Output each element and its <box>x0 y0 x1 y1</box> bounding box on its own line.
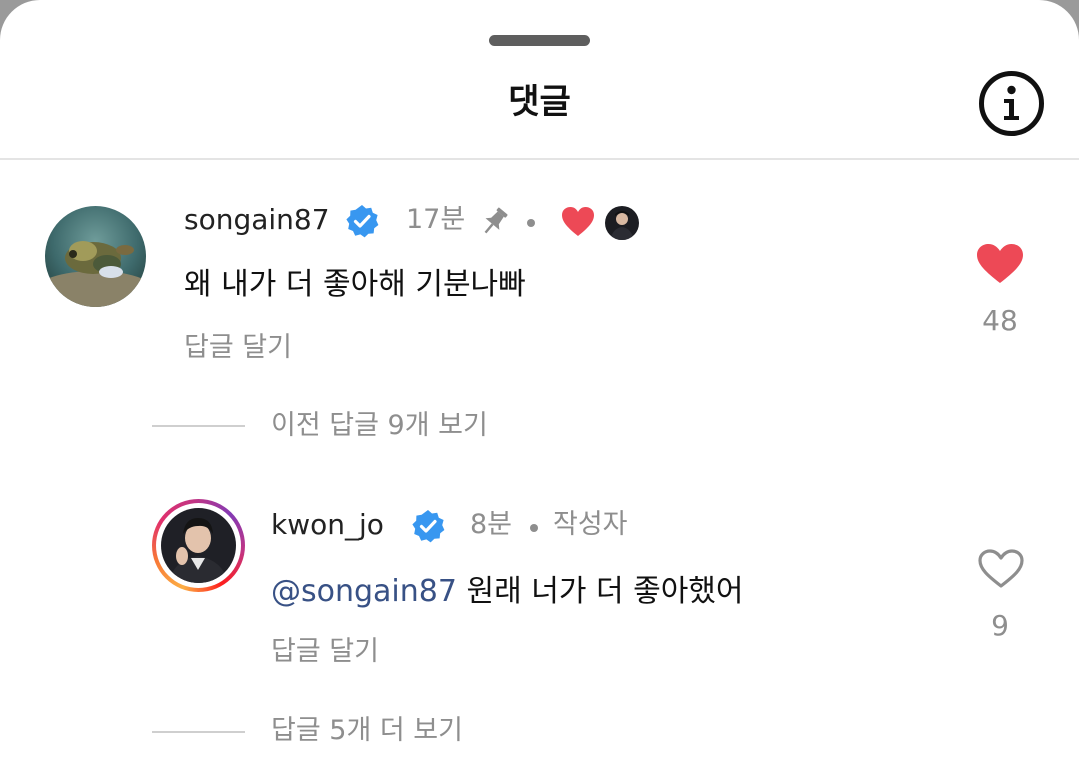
reply-body: 원래 너가 더 좋아했어 <box>456 574 744 609</box>
pin-icon <box>478 204 512 238</box>
like-count: 48 <box>982 304 1018 337</box>
view-more-replies-button[interactable]: 답글 5개 더 보기 <box>271 713 463 749</box>
avatar[interactable] <box>45 206 146 307</box>
like-count: 9 <box>991 609 1009 642</box>
comment-time: 17분 <box>406 204 466 235</box>
comments-sheet: 댓글 songain87 17분 왜 내가 더 좋아해 기분나빠 답글 달기 4… <box>0 0 1079 763</box>
comment-text: 왜 내가 더 좋아해 기분나빠 <box>184 267 526 302</box>
separator-dot <box>530 524 538 532</box>
view-previous-replies-button[interactable]: 이전 답글 9개 보기 <box>271 408 488 444</box>
reply-time: 8분 <box>470 509 513 540</box>
like-heart-outline-icon[interactable] <box>977 548 1025 590</box>
person-photo-avatar-icon <box>161 508 236 583</box>
reply-username[interactable]: kwon_jo <box>271 507 384 543</box>
reply-text: @songain87 원래 너가 더 좋아했어 <box>271 572 744 612</box>
drag-handle[interactable] <box>489 35 590 46</box>
header-divider <box>0 158 1079 160</box>
verified-badge-icon <box>410 508 446 544</box>
author-badge: 작성자 <box>553 509 628 540</box>
fish-photo-avatar-icon <box>45 206 146 307</box>
verified-badge-icon <box>344 203 380 239</box>
info-icon[interactable] <box>978 70 1045 137</box>
thread-line <box>152 425 245 427</box>
story-ring[interactable] <box>152 499 245 592</box>
sheet-title: 댓글 <box>508 82 571 122</box>
thread-line <box>152 731 245 733</box>
creator-avatar <box>605 206 639 240</box>
separator-dot <box>527 219 535 227</box>
reply-button[interactable]: 답글 달기 <box>184 330 292 366</box>
avatar <box>161 508 236 583</box>
reply-button[interactable]: 답글 달기 <box>271 634 379 670</box>
creator-liked-heart-icon <box>560 205 596 239</box>
comment-username[interactable]: songain87 <box>184 202 330 238</box>
mention-link[interactable]: @songain87 <box>271 574 457 609</box>
like-heart-filled-icon[interactable] <box>975 242 1025 286</box>
